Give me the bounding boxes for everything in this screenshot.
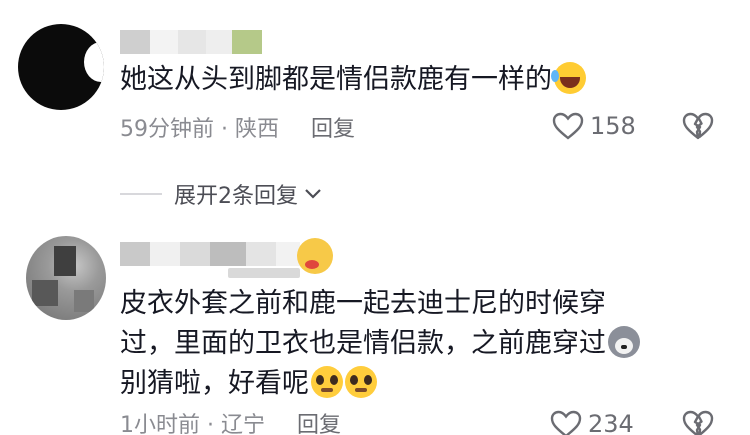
blur-block <box>150 242 180 266</box>
username-blurred[interactable] <box>120 30 262 54</box>
dislike-button[interactable] <box>682 410 714 435</box>
badge-sticker-icon <box>297 238 333 274</box>
comment-item: 皮衣外套之前和鹿一起去迪士尼的时候穿 过，里面的卫衣也是情侣款，之前鹿穿过 别猜… <box>0 228 750 435</box>
comment-text: 皮衣外套之前和鹿一起去迪士尼的时候穿 过，里面的卫衣也是情侣款，之前鹿穿过 别猜… <box>120 284 640 404</box>
like-count: 158 <box>590 112 636 140</box>
comment-text-line: 别猜啦，好看呢 <box>120 368 309 399</box>
like-count: 234 <box>588 410 634 435</box>
blur-block <box>180 242 210 266</box>
comment-meta: 59分钟前 · 陕西 回复 <box>120 112 355 142</box>
rolling-laugh-emoji <box>551 62 586 94</box>
heart-icon <box>552 112 584 140</box>
comment-item: 她这从头到脚都是情侣款鹿有一样的 59分钟前 · 陕西 回复 158 展开2条回… <box>0 0 750 225</box>
comment-text-line: 皮衣外套之前和鹿一起去迪士尼的时候穿 <box>120 288 606 319</box>
comment-text-content: 她这从头到脚都是情侣款鹿有一样的 <box>120 64 552 95</box>
heart-icon <box>550 410 582 435</box>
reply-button[interactable]: 回复 <box>311 111 355 143</box>
blur-block <box>246 242 276 266</box>
avatar[interactable] <box>26 236 106 320</box>
blur-block <box>120 30 150 54</box>
chevron-down-icon <box>305 189 321 199</box>
dislike-button[interactable] <box>682 112 714 144</box>
comment-text: 她这从头到脚都是情侣款鹿有一样的 <box>120 60 586 100</box>
reply-button[interactable]: 回复 <box>297 407 341 435</box>
username-blurred[interactable] <box>120 242 300 266</box>
avatar-mosaic <box>74 290 94 312</box>
blur-block <box>150 30 178 54</box>
like-button[interactable]: 234 <box>550 408 634 435</box>
comment-time-location: 59分钟前 · 陕西 <box>120 117 279 142</box>
husky-emoji <box>608 326 640 358</box>
comment-text-line: 过，里面的卫衣也是情侣款，之前鹿穿过 <box>120 328 606 359</box>
like-button[interactable]: 158 <box>552 110 636 142</box>
pleading-face-emoji <box>345 366 377 398</box>
comment-meta: 1小时前 · 辽宁 回复 <box>120 408 341 435</box>
blur-block <box>120 242 150 266</box>
pleading-face-emoji <box>311 366 343 398</box>
expand-replies[interactable]: 展开2条回复 <box>120 178 322 210</box>
comment-text-line-3: 别猜啦，好看呢 <box>120 364 640 404</box>
comment-list: 她这从头到脚都是情侣款鹿有一样的 59分钟前 · 陕西 回复 158 展开2条回… <box>0 0 750 435</box>
blur-block <box>232 30 262 54</box>
broken-heart-icon <box>682 112 714 140</box>
divider-line <box>120 193 162 195</box>
blur-block <box>178 30 206 54</box>
broken-heart-icon <box>682 410 714 435</box>
comment-time-location: 1小时前 · 辽宁 <box>120 413 265 435</box>
blur-block <box>210 242 246 266</box>
avatar-mosaic <box>32 280 58 306</box>
expand-replies-label: 展开2条回复 <box>174 184 298 209</box>
avatar-mosaic <box>54 246 76 276</box>
blur-block <box>206 30 232 54</box>
avatar-crop <box>84 42 104 82</box>
badge-blurred <box>228 268 300 278</box>
avatar[interactable] <box>18 24 104 110</box>
comment-text-line-2: 过，里面的卫衣也是情侣款，之前鹿穿过 <box>120 324 640 364</box>
